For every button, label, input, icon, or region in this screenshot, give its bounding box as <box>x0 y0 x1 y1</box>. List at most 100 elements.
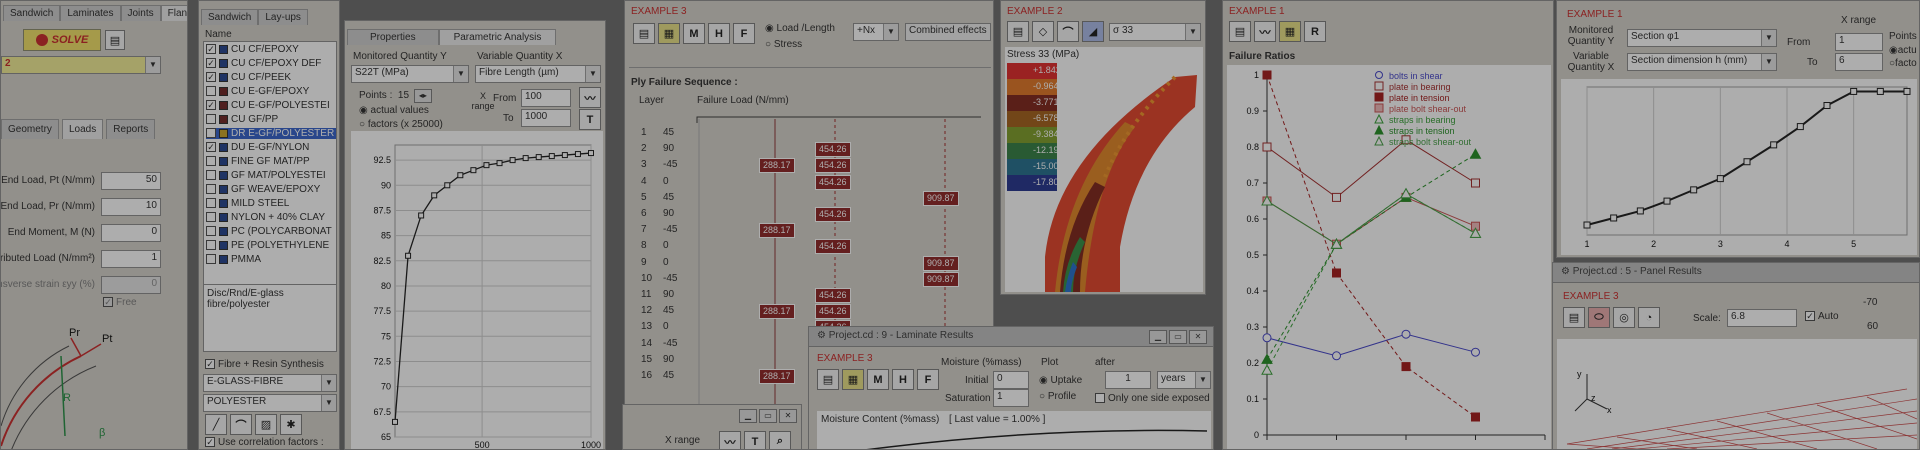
section-from-input[interactable]: 1 <box>1835 33 1883 51</box>
actual-radio[interactable]: ◉ actual values <box>359 105 429 116</box>
from-input[interactable]: 100 <box>521 89 571 107</box>
curve-icon[interactable]: ⌒ <box>1057 21 1079 42</box>
tab-reports[interactable]: Reports <box>106 119 156 139</box>
material-checkbox[interactable] <box>206 198 216 209</box>
material-checkbox[interactable]: ✓ <box>206 72 216 83</box>
material-checkbox[interactable] <box>206 86 216 97</box>
graph-icon-2[interactable]: 〰 <box>719 431 741 449</box>
material-checkbox[interactable] <box>206 212 216 223</box>
after-input[interactable]: 1 <box>1105 371 1151 389</box>
section-monitored-select[interactable]: Section φ1 <box>1627 29 1777 47</box>
material-checkbox[interactable]: ✓ <box>206 128 216 139</box>
material-item[interactable]: ✓ CU CF/EPOXY DEF <box>206 58 321 69</box>
tab-layups[interactable]: Lay-ups <box>258 9 308 25</box>
tab-loads[interactable]: Loads <box>61 119 104 139</box>
tab-properties[interactable]: Properties <box>347 29 439 45</box>
graph-icon[interactable]: 〰 <box>1254 21 1276 42</box>
material-checkbox[interactable] <box>206 156 216 167</box>
material-checkbox[interactable] <box>206 170 216 181</box>
maximize-button[interactable]: ▭ <box>1169 330 1187 344</box>
panel-results-titlebar[interactable]: ⚙ Project.cd : 5 - Panel Results <box>1553 263 1919 283</box>
variable-select[interactable]: Fibre Length (µm) <box>475 65 601 83</box>
material-checkbox[interactable]: ✓ <box>206 58 216 69</box>
load-input[interactable]: 10 <box>101 198 161 216</box>
profile-radio[interactable]: ○ Profile <box>1039 391 1076 402</box>
hatch-tool-icon[interactable]: ▨ <box>255 414 277 435</box>
load-radio[interactable]: ◉ Load /Length <box>765 23 835 34</box>
nx-select[interactable]: +Nx <box>853 23 899 41</box>
monitored-select[interactable]: S22T (MPa) <box>351 65 469 83</box>
material-item[interactable]: GF WEAVE/EPOXY <box>206 184 320 195</box>
points-value[interactable]: 15 <box>398 90 409 101</box>
fibres-tool-icon[interactable]: ✱ <box>280 414 302 435</box>
load-input[interactable]: 0 <box>101 276 161 294</box>
material-item[interactable]: ✓ CU CF/PEEK <box>206 72 291 83</box>
list-icon-3[interactable]: ▤ <box>1229 21 1251 42</box>
table-button[interactable]: T <box>579 109 601 130</box>
laminate-results-titlebar[interactable]: ⚙ Project.cd : 9 - Laminate Results ▁ ▭ ✕ <box>809 327 1213 347</box>
list-icon-5[interactable]: ▤ <box>817 369 839 390</box>
resin-select[interactable]: POLYESTER <box>203 394 337 412</box>
load-input[interactable]: 0 <box>101 224 161 242</box>
dial-icon[interactable]: ◎ <box>1613 307 1635 328</box>
free-checkbox[interactable]: ✓ Free <box>103 297 137 308</box>
initial-input[interactable]: 0 <box>993 371 1029 389</box>
clock-icon[interactable]: ◔ <box>1638 307 1660 328</box>
tab-flanges[interactable]: Flanges <box>160 5 187 21</box>
section-variable-select[interactable]: Section dimension h (mm) <box>1627 53 1777 71</box>
t-button-2[interactable]: T <box>744 431 766 449</box>
mesh-icon[interactable]: ⬭ <box>1588 307 1610 328</box>
load-input[interactable]: 1 <box>101 250 161 268</box>
fibre-select[interactable]: E-GLASS-FIBRE <box>203 374 337 392</box>
to-input[interactable]: 1000 <box>521 109 571 127</box>
section-factors-radio[interactable]: ○facto <box>1889 58 1917 69</box>
material-item[interactable]: NYLON + 40% CLAY <box>206 212 325 223</box>
tab-geometry[interactable]: Geometry <box>1 119 59 139</box>
auto-checkbox[interactable]: ✓ Auto <box>1805 311 1839 322</box>
r-button[interactable]: R <box>1304 21 1326 42</box>
list-icon[interactable]: ▤ <box>633 23 655 44</box>
h-button[interactable]: H <box>708 23 730 44</box>
material-item[interactable]: CU E-GF/EPOXY <box>206 86 309 97</box>
factors-radio[interactable]: ○ factors (x 25000) <box>359 119 443 130</box>
stress-component-select[interactable]: σ 33 <box>1109 23 1201 41</box>
saturation-input[interactable]: 1 <box>993 389 1029 407</box>
material-checkbox[interactable] <box>206 114 216 125</box>
tab-parametric[interactable]: Parametric Analysis <box>438 29 557 45</box>
tab-joints[interactable]: Joints <box>120 5 161 21</box>
curve-tool-icon[interactable]: ⌒ <box>230 414 252 435</box>
load-input[interactable]: 50 <box>101 172 161 190</box>
m-button-2[interactable]: M <box>867 369 889 390</box>
report-icon[interactable]: ▤ <box>105 30 125 50</box>
solve-button[interactable]: SOLVE <box>23 29 101 51</box>
material-item[interactable]: PE (POLYETHYLENE <box>206 240 329 251</box>
synthesis-checkbox[interactable]: ✓ Fibre + Resin Synthesis <box>205 359 324 370</box>
f-button[interactable]: F <box>733 23 755 44</box>
material-item[interactable]: FINE GF MAT/PP <box>206 156 310 167</box>
maximize-button-2[interactable]: ▭ <box>759 409 777 423</box>
years-select[interactable]: years <box>1157 371 1211 389</box>
list-icon-2[interactable]: ▤ <box>1007 21 1029 42</box>
material-item[interactable]: CU GF/PP <box>206 114 278 125</box>
close-button-2[interactable]: ✕ <box>779 409 797 423</box>
line-tool-icon[interactable]: ╱ <box>205 414 227 435</box>
tab-sandwich-2[interactable]: Sandwich <box>201 9 259 25</box>
material-item[interactable]: ✓ DR E-GF/POLYESTER <box>206 128 337 139</box>
correlation-checkbox[interactable]: ✓ Use correlation factors : <box>205 437 324 448</box>
material-item[interactable]: ✓ CU E-GF/POLYESTEI <box>206 100 330 111</box>
plot-graph-icon[interactable]: 〰 <box>579 87 601 108</box>
material-item[interactable]: ✓ DU E-GF/NYLON <box>206 142 309 153</box>
m-button[interactable]: M <box>683 23 705 44</box>
laminate-icon[interactable]: ▦ <box>658 23 680 44</box>
section-actual-radio[interactable]: ◉actu <box>1889 45 1917 56</box>
combined-effects-button[interactable]: Combined effects <box>905 23 991 41</box>
material-checkbox[interactable] <box>206 184 216 195</box>
uptake-radio[interactable]: ◉ Uptake <box>1039 375 1082 386</box>
minimize-button-2[interactable]: ▁ <box>739 409 757 423</box>
h-button-2[interactable]: H <box>892 369 914 390</box>
scale-input[interactable]: 6.8 <box>1727 309 1797 327</box>
close-button[interactable]: ✕ <box>1189 330 1207 344</box>
material-checkbox[interactable]: ✓ <box>206 44 216 55</box>
material-item[interactable]: ✓ CU CF/EPOXY <box>206 44 299 55</box>
points-stepper[interactable]: ◂▸ <box>413 89 432 103</box>
